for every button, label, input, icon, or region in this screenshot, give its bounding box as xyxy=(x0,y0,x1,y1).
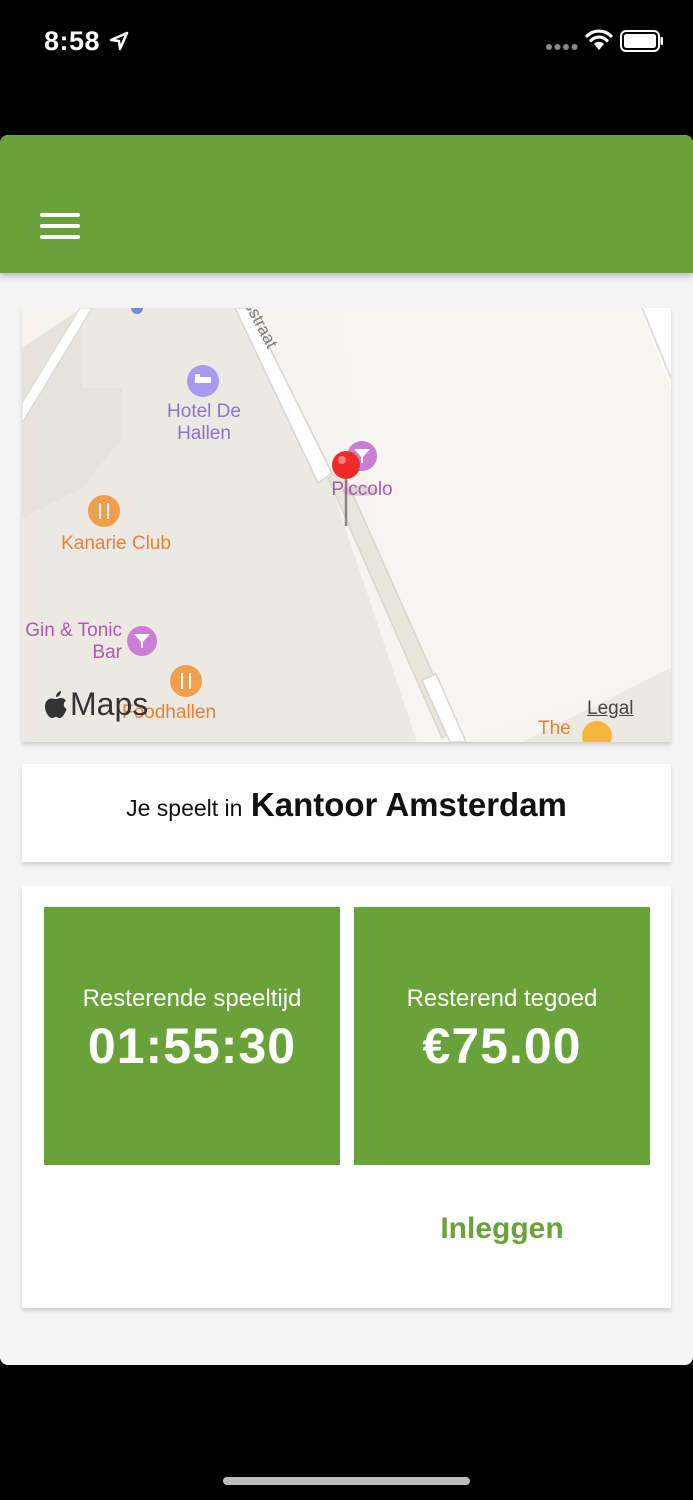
map-label-hotel: Hotel De Hallen xyxy=(167,401,241,444)
remaining-credit-value: €75.00 xyxy=(422,1018,582,1074)
remaining-credit-label: Resterend tegoed xyxy=(406,985,598,1012)
remaining-time-tile: Resterende speeltijd 01:55:30 xyxy=(44,907,340,1165)
map-legal-link[interactable]: Legal xyxy=(587,698,634,720)
apple-logo-icon xyxy=(45,691,67,718)
app-header xyxy=(0,135,693,273)
maps-brand-label: Maps xyxy=(70,686,149,722)
remaining-credit-tile: Resterend tegoed €75.00 xyxy=(354,907,650,1165)
status-bar: 8:58 xyxy=(0,0,693,84)
wifi-icon xyxy=(585,29,613,50)
map-background xyxy=(22,308,671,742)
app-screen: sstraat Hotel De Hallen Piccolo Kanarie … xyxy=(0,135,693,1365)
remaining-time-label: Resterende speeltijd xyxy=(82,985,302,1012)
location-line: Je speelt in Kantoor Amsterdam xyxy=(22,786,671,824)
map-view[interactable]: sstraat Hotel De Hallen Piccolo Kanarie … xyxy=(22,308,671,742)
map-label-piccolo: Piccolo xyxy=(331,479,393,500)
location-prefix: Je speelt in xyxy=(126,795,243,821)
map-label-the: The xyxy=(538,718,571,739)
balance-card: Resterende speeltijd 01:55:30 Resterend … xyxy=(22,886,671,1308)
hamburger-menu-icon[interactable] xyxy=(40,211,82,241)
map-label-kanarie-club: Kanarie Club xyxy=(61,533,171,554)
status-time: 8:58 xyxy=(44,26,101,56)
location-name: Kantoor Amsterdam xyxy=(250,786,567,823)
location-arrow-icon xyxy=(109,31,129,51)
home-indicator[interactable] xyxy=(223,1477,470,1485)
battery-icon xyxy=(620,30,663,52)
map-label-gin-tonic-bar: Gin & Tonic Bar xyxy=(25,620,122,663)
cellular-signal-icon xyxy=(546,44,578,50)
deposit-button[interactable]: Inleggen xyxy=(354,1204,650,1254)
remaining-time-value: 01:55:30 xyxy=(87,1018,297,1074)
location-card: Je speelt in Kantoor Amsterdam xyxy=(22,764,671,862)
